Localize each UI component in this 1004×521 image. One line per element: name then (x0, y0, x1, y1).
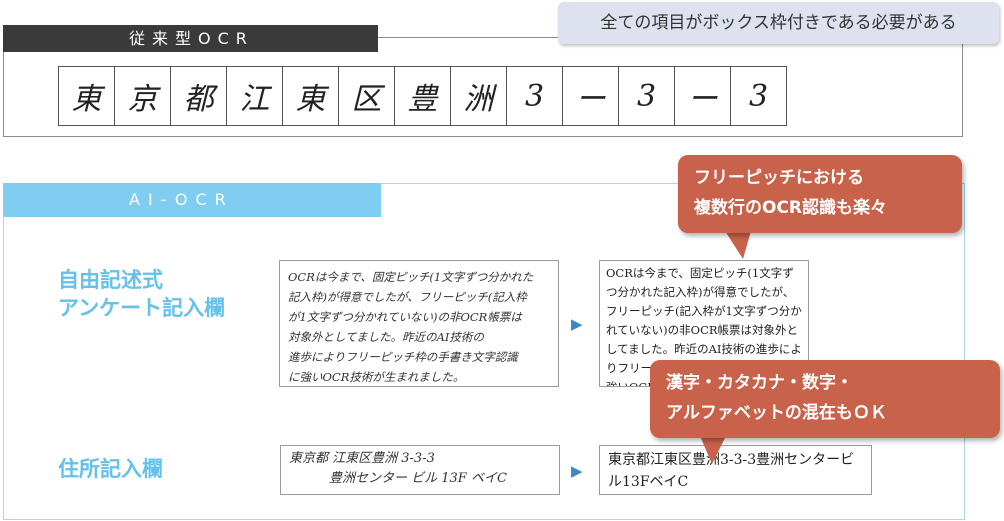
handwritten-line: 豊洲センター ビル 13F ベイC (329, 471, 507, 486)
handwritten-line: 進歩によりフリーピッチ枠の手書き文字認識 (288, 350, 518, 364)
free-form-label: 自由記述式 アンケート記入欄 (58, 266, 258, 322)
char-cell: 東 (282, 66, 339, 126)
traditional-ocr-header: 従来型OCR (3, 25, 378, 52)
handwritten-line: 対象外としてました。昨近のAI技術の (288, 330, 484, 344)
mixed-characters-callout-line1: 漢字・カタカナ・数字・ (666, 373, 853, 393)
char-cell: 3 (506, 66, 563, 126)
mixed-characters-callout-line2: アルファベットの混在もＯＫ (666, 403, 887, 423)
box-requirement-callout: 全ての項目がボックス枠付きである必要がある (558, 2, 999, 44)
free-pitch-callout: フリーピッチにおける 複数行のOCR認識も楽々 (678, 155, 962, 233)
address-ocr-result: 東京都江東区豊洲3-3-3豊洲センタービル13FベイC (599, 445, 872, 495)
char-cell: 江 (226, 66, 283, 126)
ai-ocr-header: AI-OCR (3, 183, 381, 217)
handwritten-line: 東京都 江東区豊洲 3-3-3 (289, 451, 435, 466)
char-cell: ー (562, 66, 619, 126)
free-pitch-callout-line2: 複数行のOCR認識も楽々 (694, 198, 888, 218)
free-form-handwritten-box: OCRは今まで、固定ピッチ(1文字ずつ分かれた 記入枠)が得意でしたが、フリーピ… (279, 260, 559, 387)
char-cell: 3 (730, 66, 787, 126)
char-cell: 豊 (394, 66, 451, 126)
char-cell: 東 (58, 66, 115, 126)
mixed-callout-tail (700, 436, 726, 464)
boxed-character-row: 東京都江東区豊洲3ー3ー3 (58, 66, 798, 126)
char-cell: 都 (170, 66, 227, 126)
char-cell: 3 (618, 66, 675, 126)
char-cell: ー (674, 66, 731, 126)
address-arrow-icon: ▶ (571, 462, 583, 480)
char-cell: 区 (338, 66, 395, 126)
handwritten-line: が1文字ずつ分かれていない)の非OCR帳票は (288, 310, 522, 324)
char-cell: 洲 (450, 66, 507, 126)
address-label: 住所記入欄 (58, 457, 163, 481)
free-form-label-line1: 自由記述式 (58, 268, 163, 292)
free-form-label-line2: アンケート記入欄 (58, 296, 226, 320)
address-handwritten-box: 東京都 江東区豊洲 3-3-3 豊洲センター ビル 13F ベイC (280, 445, 560, 495)
free-pitch-callout-line1: フリーピッチにおける (694, 168, 864, 188)
mixed-characters-callout: 漢字・カタカナ・数字・ アルファベットの混在もＯＫ (650, 360, 1000, 438)
free-form-arrow-icon: ▶ (571, 315, 583, 333)
handwritten-line: に強いOCR技術が生まれました。 (288, 370, 465, 384)
handwritten-line: 記入枠)が得意でしたが、フリーピッチ(記入枠 (288, 290, 527, 304)
char-cell: 京 (114, 66, 171, 126)
handwritten-line: OCRは今まで、固定ピッチ(1文字ずつ分かれた (288, 270, 534, 284)
